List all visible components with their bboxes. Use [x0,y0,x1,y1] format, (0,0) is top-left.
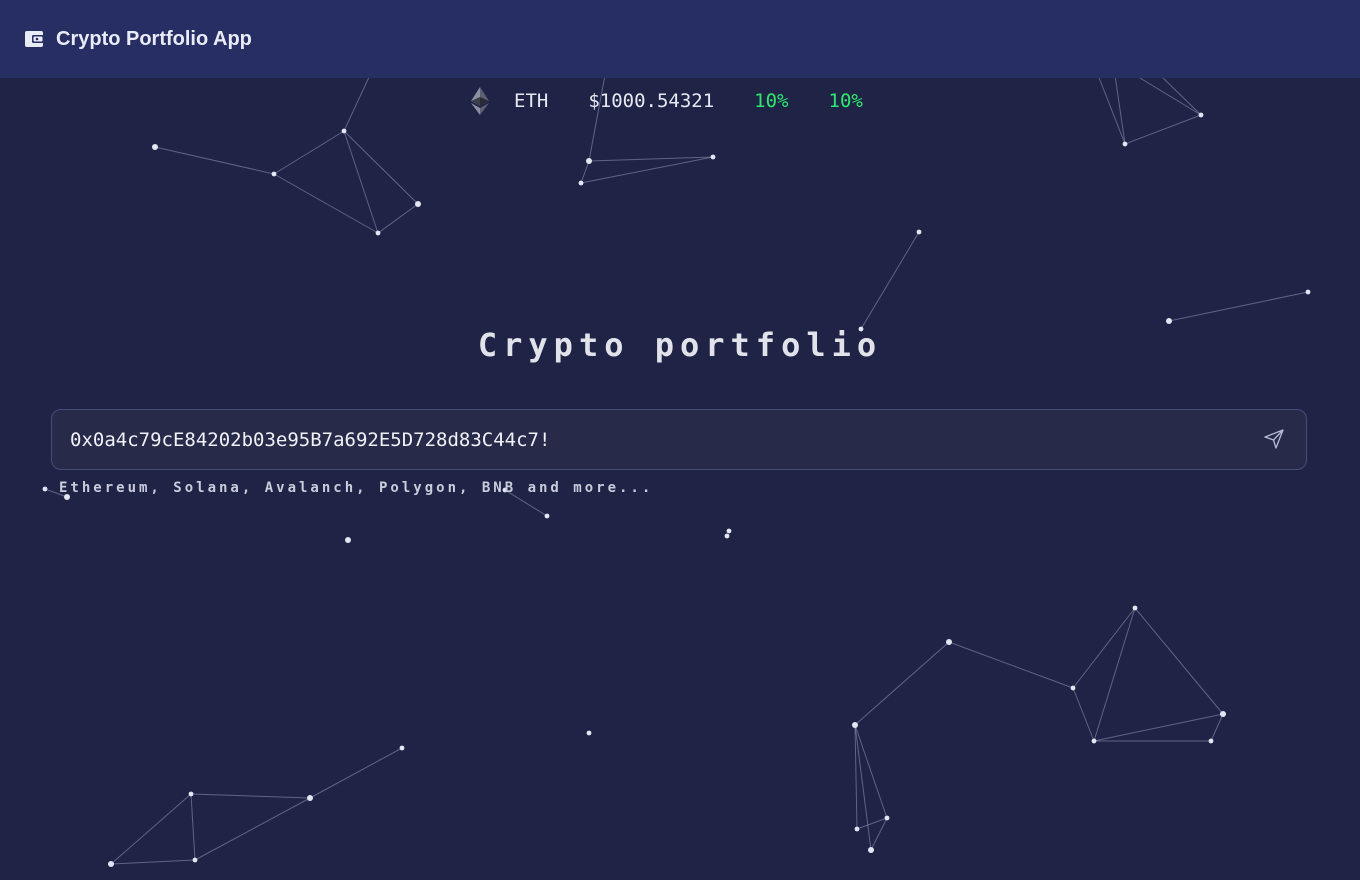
network-dot [586,158,592,164]
network-line [860,231,920,330]
network-dot [1122,141,1128,147]
network-dot [345,537,351,543]
app-title: Crypto Portfolio App [56,27,252,50]
network-line [194,797,311,861]
network-line [110,859,196,865]
network-dot [152,144,158,150]
network-dot [1220,711,1226,717]
network-dot [724,533,730,539]
network-dot [341,128,347,134]
network-line [1168,291,1309,322]
network-line [1072,607,1136,689]
network-line [1114,74,1126,145]
network-dot [1070,685,1076,691]
network-line [273,130,345,175]
network-line [1093,607,1136,742]
network-line [1134,607,1224,715]
network-dot [852,722,858,728]
network-line [1159,74,1202,116]
network-line [154,146,275,175]
network-dot [1091,738,1097,744]
network-dot [710,154,716,160]
network-dot [1132,605,1138,611]
submit-button[interactable] [1262,427,1286,451]
network-dot [586,730,592,736]
network-dot [399,745,405,751]
network-line [190,793,311,799]
network-line [1093,713,1224,742]
network-line [948,641,1074,689]
network-dot [578,180,584,186]
wallet-icon [24,29,44,49]
ticker-change-1: 10% [754,90,789,112]
network-dot [307,795,313,801]
supported-chains-text: Ethereum, Solana, Avalanch, Polygon, BNB… [59,480,654,496]
network-line [343,130,379,234]
top-app-bar: Crypto Portfolio App [0,0,1360,78]
network-line [1210,713,1224,742]
network-line [190,793,196,861]
wallet-address-input[interactable] [70,410,1230,469]
brand[interactable]: Crypto Portfolio App [24,28,252,51]
network-dot [884,815,890,821]
network-dot [946,639,952,645]
ticker-change-2: 10% [828,90,863,112]
network-line [309,747,403,799]
network-line [854,641,950,726]
network-dot [854,826,860,832]
network-line [854,724,888,819]
network-line [110,793,192,865]
network-dot [916,229,922,235]
network-dot [271,171,277,177]
network-dot [375,230,381,236]
network-line [580,160,590,184]
ethereum-icon [470,86,490,116]
network-line [343,130,419,205]
ticker-price: $1000.54321 [588,90,715,112]
ticker-symbol: ETH [514,90,549,112]
network-line [343,74,371,132]
send-icon [1262,429,1286,454]
network-dot [1198,112,1204,118]
address-search-box [51,409,1307,470]
network-dot [1208,738,1214,744]
network-dot [108,861,114,867]
network-dot [544,513,550,519]
network-line [1072,687,1095,742]
network-line [1134,74,1202,116]
price-ticker: ETH $1000.54321 10% 10% [470,86,863,116]
network-dot [415,201,421,207]
network-line [377,203,419,234]
network-line [1124,114,1202,145]
network-line [1097,74,1126,145]
network-dot [188,791,194,797]
network-dot [1166,318,1172,324]
network-dot [726,528,732,534]
network-dot [1305,289,1311,295]
page-title: Crypto portfolio [477,326,883,364]
network-dot [192,857,198,863]
network-line [273,173,379,234]
network-dot [42,486,48,492]
network-dot [868,847,874,853]
